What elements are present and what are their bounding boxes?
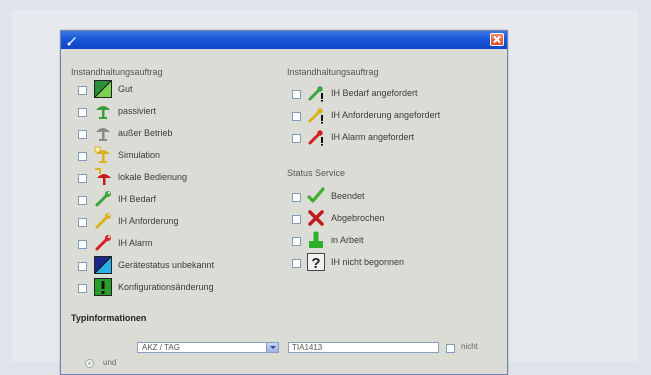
label-abgebrochen: Abgebrochen xyxy=(331,213,385,223)
right-column-maintenance: Instandhaltungsauftrag xyxy=(287,65,487,79)
checkbox-gut[interactable] xyxy=(78,86,87,95)
status-unknown-icon xyxy=(94,256,112,274)
simulation-icon xyxy=(94,146,112,164)
checkbox-abgebrochen[interactable] xyxy=(292,215,301,224)
checkbox-ih-alarm[interactable] xyxy=(78,240,87,249)
checkbox-nicht[interactable] xyxy=(446,344,455,353)
passivated-icon xyxy=(94,102,112,120)
checkbox-ih-bedarf[interactable] xyxy=(78,196,87,205)
out-of-service-icon xyxy=(94,124,112,142)
close-button[interactable] xyxy=(490,33,504,46)
section-title-status-service: Status Service xyxy=(287,168,346,178)
section-title-type-info: Typinformationen xyxy=(71,313,147,323)
checkbox-konfigurationsaenderung[interactable] xyxy=(78,284,87,293)
label-geraetestatus-unbekannt: Gerätestatus unbekannt xyxy=(118,260,215,270)
label-ih-bedarf-angefordert: IH Bedarf angefordert xyxy=(331,88,418,98)
label-ih-alarm: IH Alarm xyxy=(118,238,153,248)
tag-input-value: TIA1413 xyxy=(292,343,323,352)
wrench-green-requested-icon xyxy=(307,84,325,102)
label-in-arbeit: in Arbeit xyxy=(331,235,364,245)
local-operation-icon xyxy=(94,168,112,186)
label-ih-anforderung-angefordert: IH Anforderung angefordert xyxy=(331,110,441,120)
wrench-green-icon xyxy=(94,190,112,208)
cancel-x-icon xyxy=(307,209,325,227)
checkbox-lokale-bedienung[interactable] xyxy=(78,174,87,183)
question-mark-icon: ? xyxy=(307,253,325,271)
status-good-icon xyxy=(94,80,112,98)
checkbox-geraetestatus-unbekannt[interactable] xyxy=(78,262,87,271)
left-column: Instandhaltungsauftrag xyxy=(71,65,271,79)
wrench-yellow-requested-icon xyxy=(307,106,325,124)
section-title-maintenance-left: Instandhaltungsauftrag xyxy=(71,67,163,77)
screen-background: Instandhaltungsauftrag Gut passiviert au… xyxy=(12,10,638,375)
label-ih-anforderung: IH Anforderung xyxy=(118,216,179,226)
svg-text:?: ? xyxy=(311,255,320,271)
label-passiviert: passiviert xyxy=(118,106,157,116)
label-ih-bedarf: IH Bedarf xyxy=(118,194,157,204)
wrench-red-requested-icon xyxy=(307,128,325,146)
checkbox-ih-anforderung[interactable] xyxy=(78,218,87,227)
checkbox-ih-alarm-angefordert[interactable] xyxy=(292,134,301,143)
config-change-icon xyxy=(94,278,112,296)
checkbox-beendet[interactable] xyxy=(292,193,301,202)
wrench-red-icon xyxy=(94,234,112,252)
filter-dialog: Instandhaltungsauftrag Gut passiviert au… xyxy=(60,30,508,375)
checkbox-simulation[interactable] xyxy=(78,152,87,161)
label-ausser-betrieb: außer Betrieb xyxy=(118,128,173,138)
chevron-down-icon[interactable] xyxy=(266,343,278,352)
tag-input[interactable]: TIA1413 xyxy=(288,342,439,353)
type-select[interactable]: AKZ / TAG xyxy=(137,342,279,353)
label-beendet: Beendet xyxy=(331,191,365,201)
label-und: und xyxy=(103,358,117,367)
wrench-yellow-icon xyxy=(94,212,112,230)
label-ih-nicht-begonnen: IH nicht begonnen xyxy=(331,257,405,267)
label-nicht: nicht xyxy=(461,342,478,351)
checkbox-ih-bedarf-angefordert[interactable] xyxy=(292,90,301,99)
checkbox-in-arbeit[interactable] xyxy=(292,237,301,246)
type-select-value: AKZ / TAG xyxy=(142,343,180,352)
app-icon xyxy=(66,34,78,46)
checkbox-ih-nicht-begonnen[interactable] xyxy=(292,259,301,268)
section-title-maintenance-right: Instandhaltungsauftrag xyxy=(287,67,379,77)
checkbox-passiviert[interactable] xyxy=(78,108,87,117)
checkmark-icon xyxy=(307,187,325,205)
in-progress-icon xyxy=(307,231,325,249)
label-konfigurationsaenderung: Konfigurationsänderung xyxy=(118,282,214,292)
checkbox-ih-anforderung-angefordert[interactable] xyxy=(292,112,301,121)
checkbox-ausser-betrieb[interactable] xyxy=(78,130,87,139)
label-ih-alarm-angefordert: IH Alarm angefordert xyxy=(331,132,415,142)
label-simulation: Simulation xyxy=(118,150,161,160)
label-gut: Gut xyxy=(118,84,133,94)
title-bar[interactable] xyxy=(61,31,507,49)
label-lokale-bedienung: lokale Bedienung xyxy=(118,172,188,182)
right-column-service: Status Service xyxy=(287,166,487,180)
radio-und[interactable] xyxy=(85,359,94,368)
